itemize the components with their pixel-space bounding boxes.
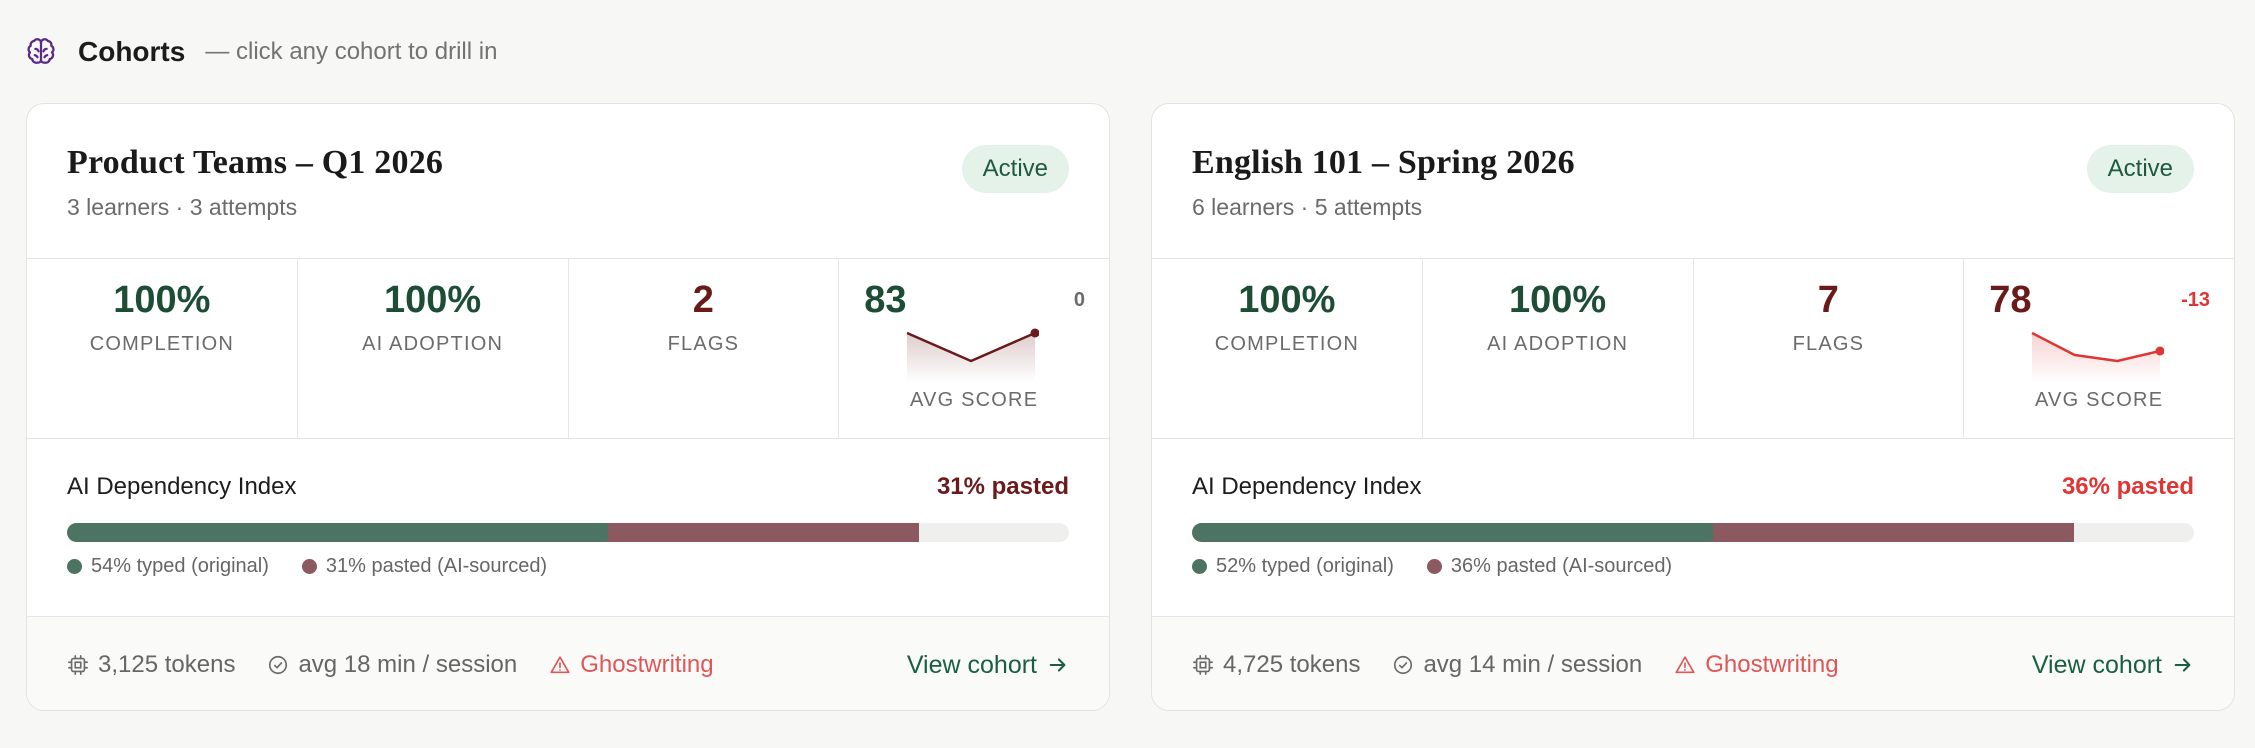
- cohort-card[interactable]: Product Teams – Q1 2026 3 learners · 3 a…: [26, 103, 1110, 711]
- cohort-title: Product Teams – Q1 2026: [67, 144, 444, 181]
- ai-dependency-section: AI Dependency Index 36% pasted 52% typed…: [1152, 439, 2234, 616]
- metric-value: 100%: [384, 279, 482, 321]
- tokens-text: 4,725 tokens: [1223, 651, 1361, 678]
- dependency-title: AI Dependency Index: [67, 473, 297, 500]
- metric-ai-adoption: 100% AI ADOPTION: [1423, 259, 1694, 438]
- cohort-footer: 4,725 tokens avg 14 min / session Ghostw…: [1152, 616, 2234, 710]
- metric-value: 83: [864, 279, 907, 321]
- dependency-title: AI Dependency Index: [1192, 473, 1422, 500]
- pasted-segment: [608, 523, 919, 542]
- cohort-subtitle: 3 learners · 3 attempts: [67, 194, 298, 220]
- ai-dependency-section: AI Dependency Index 31% pasted 54% typed…: [27, 439, 1109, 616]
- legend-typed-label: 54% typed (original): [91, 555, 269, 577]
- view-cohort-link[interactable]: View cohort: [906, 617, 1069, 710]
- tokens-stat: 3,125 tokens: [67, 651, 235, 679]
- check-circle-icon: [269, 655, 288, 675]
- typed-segment: [67, 523, 609, 542]
- tokens-text: 3,125 tokens: [98, 651, 236, 678]
- status-badge: Active: [2086, 145, 2194, 193]
- legend-typed-label: 52% typed (original): [1216, 555, 1394, 577]
- metric-completion: 100% COMPLETION: [1152, 259, 1423, 438]
- metrics-row: 100% COMPLETION 100% AI ADOPTION 7 FLAGS…: [1152, 258, 2234, 439]
- dependency-legend: 52% typed (original) 36% pasted (AI-sour…: [1192, 555, 1705, 578]
- cohort-card[interactable]: English 101 – Spring 2026 6 learners · 5…: [1151, 103, 2235, 711]
- page-title: Cohorts: [78, 36, 186, 67]
- metric-label: COMPLETION: [89, 333, 234, 355]
- metric-value: 100%: [1509, 279, 1607, 321]
- page-hint: — click any cohort to drill in: [205, 38, 498, 65]
- legend-pasted-label: 36% pasted (AI-sourced): [1450, 555, 1673, 577]
- dependency-pasted-summary: 36% pasted: [2061, 473, 2194, 500]
- arrow-right-icon: [1049, 658, 1066, 672]
- tokens-stat: 4,725 tokens: [1192, 651, 1360, 679]
- status-badge: Active: [961, 145, 1069, 193]
- metric-label: AVG SCORE: [910, 389, 1039, 411]
- session-text: avg 18 min / session: [298, 651, 518, 678]
- pasted-dot: [1426, 559, 1442, 574]
- metric-ai-adoption: 100% AI ADOPTION: [298, 259, 569, 438]
- score-sparkline: [2031, 331, 2165, 383]
- warning-icon: [550, 656, 570, 674]
- cohorts-page: Cohorts — click any cohort to drill in P…: [0, 0, 2255, 748]
- chip-icon: [1193, 655, 1213, 675]
- metric-flags: 2 FLAGS: [569, 259, 840, 438]
- legend-pasted: 31% pasted (AI-sourced): [301, 555, 548, 578]
- view-cohort-label: View cohort: [906, 650, 1037, 679]
- flag-text: Ghostwriting: [580, 651, 714, 678]
- dependency-bar: [1192, 523, 2194, 542]
- footer-stats: 4,725 tokens avg 14 min / session Ghostw…: [1192, 617, 1871, 710]
- metric-label: AVG SCORE: [2035, 389, 2164, 411]
- legend-pasted-label: 31% pasted (AI-sourced): [325, 555, 548, 577]
- metric-value: 100%: [1238, 279, 1336, 321]
- footer-stats: 3,125 tokens avg 18 min / session Ghostw…: [67, 617, 746, 710]
- typed-segment: [1192, 523, 1714, 542]
- metric-value: 78: [1989, 279, 2032, 321]
- metric-completion: 100% COMPLETION: [27, 259, 298, 438]
- brain-icon: [26, 37, 56, 67]
- pasted-dot: [301, 559, 317, 574]
- dependency-pasted-summary: 31% pasted: [936, 473, 1069, 500]
- legend-typed: 54% typed (original): [67, 555, 269, 578]
- cohort-footer: 3,125 tokens avg 18 min / session Ghostw…: [27, 616, 1109, 710]
- metrics-row: 100% COMPLETION 100% AI ADOPTION 2 FLAGS…: [27, 258, 1109, 439]
- score-sparkline: [906, 328, 1040, 383]
- score-delta: 0: [1073, 289, 1085, 311]
- view-cohort-link[interactable]: View cohort: [2031, 617, 2194, 710]
- metric-flags: 7 FLAGS: [1694, 259, 1965, 438]
- pasted-segment: [1713, 523, 2074, 542]
- metric-value: 2: [692, 279, 714, 321]
- flag-text: Ghostwriting: [1705, 651, 1839, 678]
- cohort-subtitle: 6 learners · 5 attempts: [1192, 194, 1423, 220]
- session-stat: avg 18 min / session: [267, 651, 517, 679]
- metric-label: AI ADOPTION: [362, 333, 504, 355]
- typed-dot: [67, 559, 82, 574]
- view-cohort-label: View cohort: [2031, 650, 2162, 679]
- chip-icon: [68, 655, 88, 675]
- metric-label: COMPLETION: [1214, 333, 1359, 355]
- metric-label: FLAGS: [667, 333, 740, 355]
- cohort-card-header: English 101 – Spring 2026 6 learners · 5…: [1152, 104, 2234, 258]
- metric-avg-score: 78 -13 AVG SCORE: [1964, 259, 2234, 438]
- legend-pasted: 36% pasted (AI-sourced): [1426, 555, 1673, 578]
- metric-value: 100%: [113, 279, 211, 321]
- metric-value: 7: [1817, 279, 1839, 321]
- cohort-card-header: Product Teams – Q1 2026 3 learners · 3 a…: [27, 104, 1109, 258]
- arrow-right-icon: [2174, 658, 2191, 672]
- page-header: Cohorts — click any cohort to drill in: [26, 32, 497, 72]
- legend-typed: 52% typed (original): [1192, 555, 1394, 578]
- metric-label: FLAGS: [1792, 333, 1865, 355]
- session-stat: avg 14 min / session: [1392, 651, 1642, 679]
- warning-icon: [1675, 656, 1695, 674]
- ghostwriting-flag: Ghostwriting: [549, 651, 714, 679]
- ghostwriting-flag: Ghostwriting: [1674, 651, 1839, 679]
- check-circle-icon: [1394, 655, 1413, 675]
- metric-label: AI ADOPTION: [1487, 333, 1629, 355]
- typed-dot: [1192, 559, 1207, 574]
- dependency-legend: 54% typed (original) 31% pasted (AI-sour…: [67, 555, 580, 578]
- cohort-title: English 101 – Spring 2026: [1192, 144, 1575, 181]
- score-delta: -13: [2181, 289, 2210, 311]
- session-text: avg 14 min / session: [1423, 651, 1643, 678]
- metric-avg-score: 83 0 AVG SCORE: [839, 259, 1109, 438]
- dependency-bar: [67, 523, 1069, 542]
